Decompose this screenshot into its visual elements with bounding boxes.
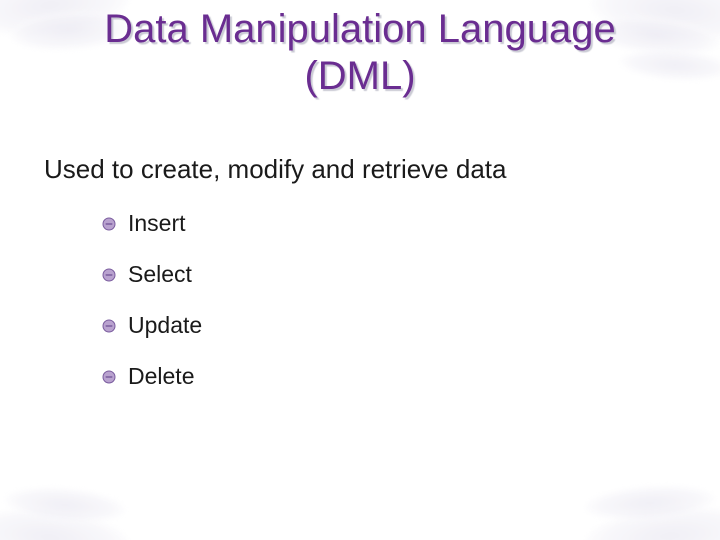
list-item: Select [102,261,202,288]
list-item: Insert [102,210,202,237]
title-line-2: (DML) [304,54,415,98]
bullet-icon [102,268,116,282]
list-item: Delete [102,363,202,390]
list-item-label: Delete [128,363,194,390]
bullet-icon [102,319,116,333]
list-item: Update [102,312,202,339]
bullet-icon [102,370,116,384]
bullet-list: Insert Select Update Delete [102,210,202,414]
slide-title: Data Manipulation Language (DML) [0,6,720,100]
list-item-label: Update [128,312,202,339]
list-item-label: Insert [128,210,186,237]
slide-subtitle: Used to create, modify and retrieve data [44,154,506,185]
list-item-label: Select [128,261,192,288]
title-line-1: Data Manipulation Language [104,7,616,51]
bullet-icon [102,217,116,231]
